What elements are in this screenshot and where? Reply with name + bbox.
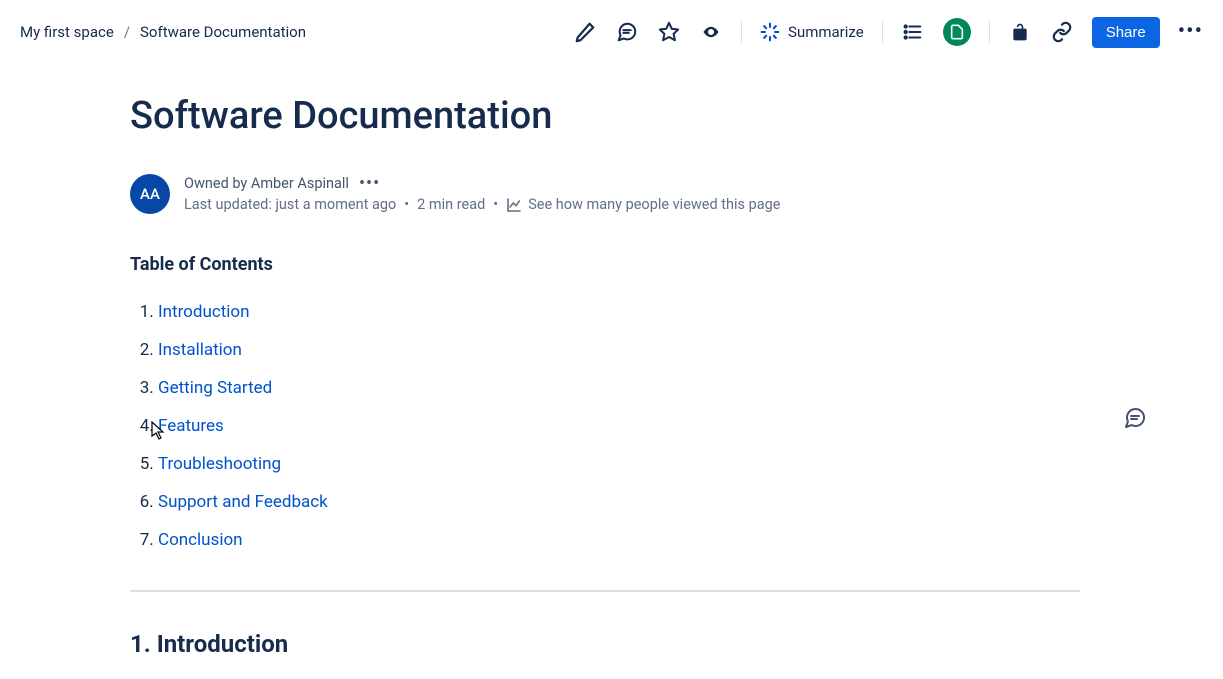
separator	[882, 21, 883, 43]
page-content: Software Documentation AA Owned by Amber…	[0, 64, 980, 658]
breadcrumb-separator: /	[124, 23, 130, 41]
dot-separator: •	[493, 196, 498, 213]
breadcrumb-space-link[interactable]: My first space	[20, 23, 114, 41]
toc-item: Installation	[158, 331, 980, 369]
section-heading-introduction: 1. Introduction	[130, 630, 980, 658]
breadcrumb-page-link[interactable]: Software Documentation	[140, 23, 306, 41]
summarize-label: Summarize	[788, 23, 864, 41]
toc-item: Support and Feedback	[158, 483, 980, 521]
toc-heading: Table of Contents	[130, 254, 980, 275]
summarize-button[interactable]: Summarize	[760, 22, 864, 42]
star-icon[interactable]	[657, 20, 681, 44]
outline-icon[interactable]	[901, 20, 925, 44]
edit-icon[interactable]	[573, 20, 597, 44]
avatar[interactable]: AA	[130, 174, 170, 214]
restrictions-icon[interactable]	[1008, 20, 1032, 44]
separator	[741, 21, 742, 43]
breadcrumb: My first space / Software Documentation	[20, 23, 306, 41]
views-link[interactable]: See how many people viewed this page	[506, 196, 780, 213]
owned-by-text: Owned by Amber Aspinall	[184, 175, 349, 192]
toc-link-support[interactable]: Support and Feedback	[158, 492, 328, 512]
inline-comment-icon[interactable]	[1123, 406, 1147, 430]
dot-separator: •	[404, 196, 409, 213]
toc-item: Getting Started	[158, 369, 980, 407]
toolbar-actions: Summarize Share •••	[573, 17, 1203, 48]
toc-link-conclusion[interactable]: Conclusion	[158, 530, 243, 550]
meta-more-icon[interactable]: •••	[359, 179, 380, 188]
more-actions-icon[interactable]: •••	[1178, 21, 1203, 43]
share-button[interactable]: Share	[1092, 17, 1160, 48]
toc-item: Features	[158, 407, 980, 445]
link-icon[interactable]	[1050, 20, 1074, 44]
toc-item: Troubleshooting	[158, 445, 980, 483]
toc-list: Introduction Installation Getting Starte…	[130, 293, 980, 560]
section-divider	[130, 590, 1080, 592]
comment-icon[interactable]	[615, 20, 639, 44]
separator	[989, 21, 990, 43]
page-title: Software Documentation	[130, 94, 980, 138]
toc-item: Conclusion	[158, 521, 980, 559]
views-text: See how many people viewed this page	[528, 196, 780, 213]
automation-icon[interactable]	[943, 18, 971, 46]
analytics-icon	[506, 197, 522, 213]
read-time-text: 2 min read	[417, 196, 485, 213]
meta-texts: Owned by Amber Aspinall ••• Last updated…	[184, 175, 780, 213]
watch-icon[interactable]	[699, 20, 723, 44]
last-updated-text: Last updated: just a moment ago	[184, 196, 396, 213]
toc-link-introduction[interactable]: Introduction	[158, 302, 250, 322]
sparkle-icon	[760, 22, 780, 42]
toc-link-features[interactable]: Features	[158, 416, 224, 436]
toc-link-getting-started[interactable]: Getting Started	[158, 378, 272, 398]
toc-link-troubleshooting[interactable]: Troubleshooting	[158, 454, 281, 474]
toc-item: Introduction	[158, 293, 980, 331]
top-bar: My first space / Software Documentation …	[0, 0, 1223, 64]
page-meta: AA Owned by Amber Aspinall ••• Last upda…	[130, 174, 980, 214]
toc-link-installation[interactable]: Installation	[158, 340, 242, 360]
